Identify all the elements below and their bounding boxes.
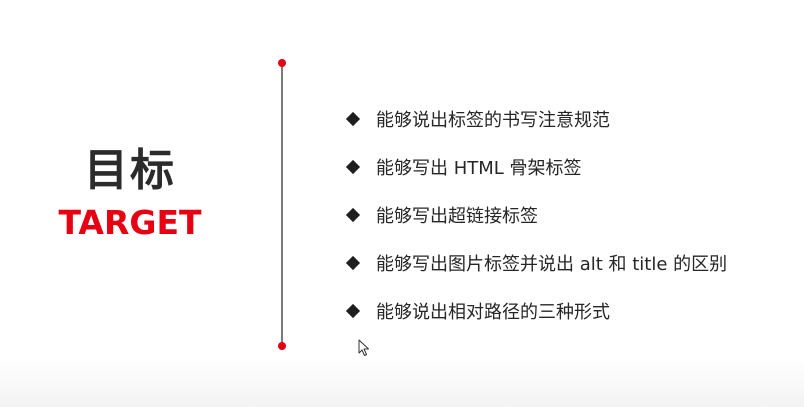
- list-item: 能够写出超链接标签: [345, 191, 727, 239]
- page-subtitle: TARGET: [58, 203, 202, 242]
- slide: 目标 TARGET 能够说出标签的书写注意规范 能够写出 HTML 骨架标签 能…: [0, 0, 804, 407]
- diamond-bullet-icon: [345, 207, 361, 223]
- list-item-text: 能够写出 HTML 骨架标签: [376, 158, 582, 179]
- list-item-text: 能够说出标签的书写注意规范: [376, 110, 610, 131]
- list-item: 能够写出 HTML 骨架标签: [345, 143, 727, 191]
- page-title: 目标: [84, 145, 176, 196]
- divider-bottom-dot: [278, 342, 286, 350]
- diamond-bullet-icon: [345, 111, 361, 127]
- vertical-divider: [281, 63, 283, 347]
- divider-top-dot: [278, 59, 286, 67]
- title-block: 目标 TARGET: [40, 140, 220, 242]
- list-item-text: 能够说出相对路径的三种形式: [376, 302, 610, 323]
- list-item: 能够写出图片标签并说出 alt 和 title 的区别: [345, 239, 727, 287]
- diamond-bullet-icon: [345, 159, 361, 175]
- mouse-pointer-icon: [358, 339, 369, 356]
- diamond-bullet-icon: [345, 303, 361, 319]
- objectives-list: 能够说出标签的书写注意规范 能够写出 HTML 骨架标签 能够写出超链接标签 能…: [345, 95, 727, 335]
- list-item: 能够说出相对路径的三种形式: [345, 287, 727, 335]
- list-item-text: 能够写出图片标签并说出 alt 和 title 的区别: [376, 254, 728, 275]
- list-item-text: 能够写出超链接标签: [376, 206, 538, 227]
- list-item: 能够说出标签的书写注意规范: [345, 95, 727, 143]
- diamond-bullet-icon: [345, 255, 361, 271]
